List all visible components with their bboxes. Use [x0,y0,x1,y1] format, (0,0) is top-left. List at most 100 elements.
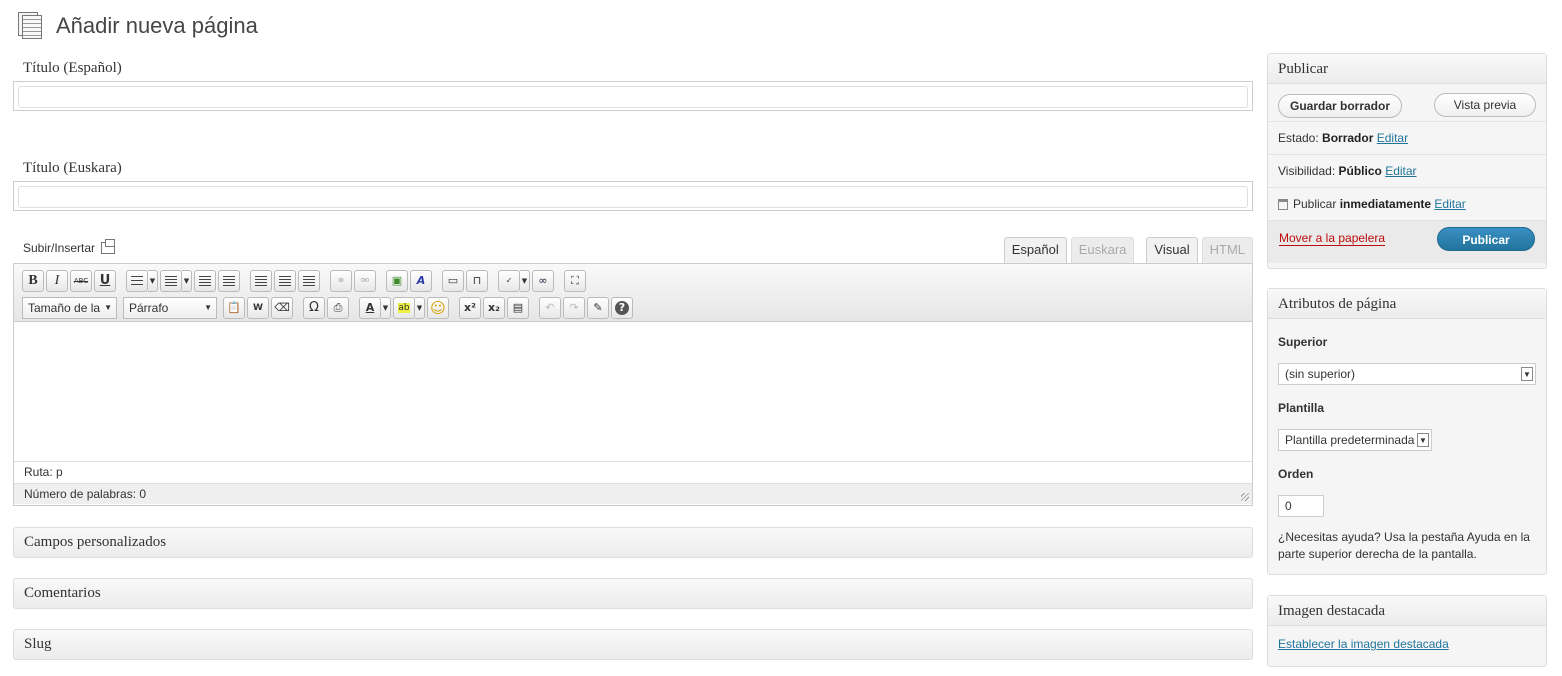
page-attributes-title[interactable]: Atributos de página [1268,289,1546,319]
schedule-label: Publicar [1293,197,1337,211]
text-color-button[interactable]: A [359,296,381,319]
text-color-dropdown[interactable]: ▼ [381,296,391,319]
film-icon: ▤ [512,301,524,314]
redo-button[interactable]: ↷ [563,296,585,319]
page-attributes-box: Atributos de página Superior (sin superi… [1267,288,1547,575]
find-button[interactable]: ∞ [532,269,554,292]
title-eu-label: Título (Euskara) [23,160,122,176]
tab-espanol[interactable]: Español [1003,237,1067,263]
editor-toolbar: B I ABC U ▼ ▼ ⚭ ⚮ ▣ A ▭ ⊓ ✓ ▼ ∞ ⛶ Tamaño… [14,264,1252,322]
more-tag-button[interactable]: ▭ [442,269,464,292]
tab-visual[interactable]: Visual [1146,237,1198,263]
help-button[interactable]: ? [611,296,633,319]
text-style-button[interactable]: A [410,269,432,292]
spellcheck-dropdown[interactable]: ▼ [520,269,530,292]
publish-box-title[interactable]: Publicar [1268,54,1546,84]
paste-text-icon: 📋 [227,301,241,314]
text-color-icon: A [365,301,375,314]
emoticon-button[interactable]: ☺ [427,296,449,319]
edit-status-link[interactable]: Editar [1377,131,1408,145]
strikethrough-button[interactable]: ABC [70,269,92,292]
order-input[interactable]: 0 [1278,495,1324,517]
highlight-button[interactable]: ab [393,296,415,319]
subscript-button[interactable]: x₂ [483,296,505,319]
page-break-icon: ⊓ [472,274,482,287]
unlink-icon: ⚮ [360,274,370,287]
custom-fields-box[interactable]: Campos personalizados [13,527,1253,558]
print-button[interactable]: ⎙ [327,296,349,319]
parent-value: (sin superior) [1285,367,1356,381]
font-size-select[interactable]: Tamaño de la ▼ [22,296,117,319]
indent-icon [223,275,235,286]
undo-button[interactable]: ↶ [539,296,561,319]
title-es-box [13,81,1253,111]
edit-css-button[interactable]: ✎ [587,296,609,319]
fullscreen-icon: ⛶ [571,273,579,287]
insert-image-button[interactable]: ▣ [386,269,408,292]
featured-image-title[interactable]: Imagen destacada [1268,596,1546,626]
format-select[interactable]: Párrafo ▼ [123,296,217,319]
numbered-list-dropdown[interactable]: ▼ [182,269,192,292]
insert-media-button[interactable]: ▤ [507,296,529,319]
upload-insert[interactable]: Subir/Insertar [23,239,116,255]
bullet-list-dropdown[interactable]: ▼ [148,269,158,292]
align-right-icon [303,275,315,286]
indent-button[interactable] [218,269,240,292]
align-right-button[interactable] [298,269,320,292]
path-element[interactable]: p [56,465,63,479]
align-center-button[interactable] [274,269,296,292]
highlight-dropdown[interactable]: ▼ [415,296,425,319]
schedule-row: Publicar inmediatamente Editar [1268,188,1546,221]
main-column: Título (Español) Título (Euskara) Subir/… [13,55,1253,660]
media-icon[interactable] [101,239,116,254]
superscript-button[interactable]: x² [459,296,481,319]
resize-handle[interactable] [1241,493,1249,501]
paste-text-button[interactable]: 📋 [223,296,245,319]
title-es-label: Título (Español) [23,60,122,76]
page-attributes-body: Superior (sin superior) ▼ Plantilla Plan… [1268,319,1546,573]
bullet-list-button[interactable] [126,269,148,292]
outdent-button[interactable] [194,269,216,292]
bold-button[interactable]: B [22,269,44,292]
align-left-button[interactable] [250,269,272,292]
italic-button[interactable]: I [46,269,68,292]
slug-box[interactable]: Slug [13,629,1253,660]
special-chars-button[interactable]: Ω [303,296,325,319]
tab-html[interactable]: HTML [1201,237,1253,263]
title-es-input[interactable] [18,86,1248,108]
path-label: Ruta: [24,465,57,479]
binoculars-icon: ∞ [538,274,548,287]
parent-label: Superior [1278,335,1328,349]
tab-euskara[interactable]: Euskara [1070,237,1135,263]
publish-button[interactable]: Publicar [1437,227,1535,251]
underline-button[interactable]: U [94,269,116,292]
clear-formatting-button[interactable]: ⌫ [271,296,293,319]
comments-box[interactable]: Comentarios [13,578,1253,609]
publish-actions: Mover a la papelera Publicar [1268,221,1546,263]
page-break-button[interactable]: ⊓ [466,269,488,292]
page-header: Añadir nueva página [16,10,258,42]
pages-icon [16,11,46,41]
move-to-trash-link[interactable]: Mover a la papelera [1279,231,1386,246]
publish-buttons: Guardar borrador Vista previa [1268,84,1546,122]
unlink-button[interactable]: ⚮ [354,269,376,292]
redo-icon: ↷ [569,301,579,314]
title-eu-input[interactable] [18,186,1248,208]
calendar-icon [1278,199,1288,210]
fullscreen-button[interactable]: ⛶ [564,269,586,292]
title-eu-box [13,181,1253,211]
preview-button[interactable]: Vista previa [1434,93,1536,117]
template-select[interactable]: Plantilla predeterminada ▼ [1278,429,1432,451]
editor-content-area[interactable] [14,322,1252,462]
edit-visibility-link[interactable]: Editar [1385,164,1416,178]
chevron-down-icon: ▼ [1521,367,1533,381]
parent-select[interactable]: (sin superior) ▼ [1278,363,1536,385]
link-button[interactable]: ⚭ [330,269,352,292]
save-draft-button[interactable]: Guardar borrador [1278,94,1402,118]
spellcheck-button[interactable]: ✓ [498,269,520,292]
paste-word-button[interactable]: W [247,296,269,319]
omega-icon: Ω [309,300,319,315]
numbered-list-button[interactable] [160,269,182,292]
set-featured-image-link[interactable]: Establecer la imagen destacada [1278,637,1449,651]
edit-schedule-link[interactable]: Editar [1434,197,1465,211]
